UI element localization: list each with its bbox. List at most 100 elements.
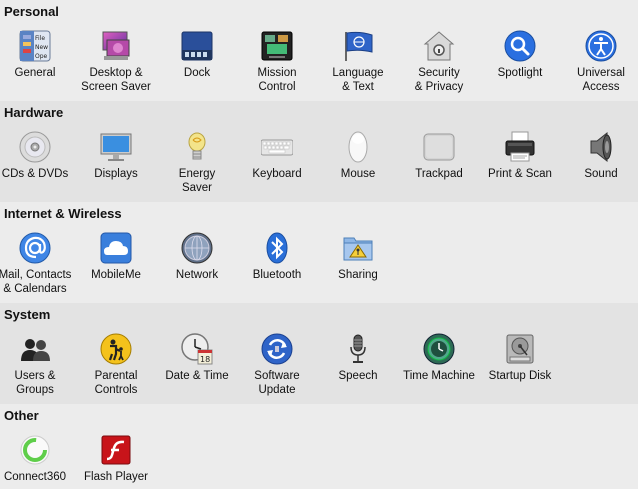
pref-general[interactable]: File New Ope General <box>0 30 77 80</box>
pref-label: Speech <box>338 370 378 382</box>
pref-label: Mail, Contacts & Calendars <box>0 269 72 295</box>
pref-label: Mouse <box>340 168 376 180</box>
pref-label: Time Machine <box>403 370 475 382</box>
pref-mail-contacts[interactable]: Mail, Contacts & Calendars <box>0 232 77 296</box>
pref-mouse[interactable]: Mouse <box>316 131 400 181</box>
security-privacy-icon <box>423 30 455 62</box>
section-personal: Personal File New Ope General Desktop & … <box>0 0 638 102</box>
pref-startup-disk[interactable]: Startup Disk <box>478 333 562 383</box>
language-text-icon <box>342 30 374 62</box>
pref-language-text[interactable]: Language & Text <box>316 30 400 94</box>
pref-energy-saver[interactable]: Energy Saver <box>155 131 239 195</box>
pref-trackpad[interactable]: Trackpad <box>397 131 481 181</box>
section-title: Personal <box>4 4 59 19</box>
pref-displays[interactable]: Displays <box>74 131 158 181</box>
pref-label: Spotlight <box>497 67 543 79</box>
time-machine-icon <box>423 333 455 365</box>
pref-label: MobileMe <box>91 269 141 281</box>
pref-time-machine[interactable]: Time Machine <box>397 333 481 383</box>
mobileme-icon <box>100 232 132 264</box>
desktop-screensaver-icon <box>100 30 132 62</box>
pref-label: Connect360 <box>3 471 67 483</box>
pref-label: Parental Controls <box>94 370 138 396</box>
section-other: Other Connect360 Flash Player <box>0 404 638 489</box>
pref-label: Dock <box>183 67 211 79</box>
general-icon-open-text: Ope <box>35 53 48 60</box>
pref-connect360[interactable]: Connect360 <box>0 434 77 484</box>
print-scan-icon <box>504 131 536 163</box>
keyboard-icon <box>261 131 293 163</box>
pref-parental-controls[interactable]: Parental Controls <box>74 333 158 397</box>
section-system: System Users & Groups Parental Controls <box>0 303 638 405</box>
pref-label: Network <box>175 269 219 281</box>
pref-label: Universal Access <box>577 67 625 93</box>
pref-label: Security & Privacy <box>414 67 464 93</box>
pref-dock[interactable]: Dock <box>155 30 239 80</box>
pref-speech[interactable]: Speech <box>316 333 400 383</box>
date-time-icon-day: 18 <box>200 355 210 364</box>
energy-saver-icon <box>181 131 213 163</box>
pref-label: Print & Scan <box>488 168 552 180</box>
pref-mission-control[interactable]: Mission Control <box>235 30 319 94</box>
mail-contacts-icon <box>19 232 51 264</box>
pref-label: Sharing <box>338 269 378 281</box>
sharing-icon <box>342 232 374 264</box>
general-icon: File New Ope <box>19 30 51 62</box>
pref-label: Desktop & Screen Saver <box>81 67 151 93</box>
universal-access-icon <box>585 30 617 62</box>
bluetooth-icon <box>261 232 293 264</box>
pref-print-scan[interactable]: Print & Scan <box>478 131 562 181</box>
pref-network[interactable]: Network <box>155 232 239 282</box>
pref-desktop-screensaver[interactable]: Desktop & Screen Saver <box>74 30 158 94</box>
flash-player-icon <box>100 434 132 466</box>
pref-security-privacy[interactable]: Security & Privacy <box>397 30 481 94</box>
pref-label: Language & Text <box>332 67 384 93</box>
pref-keyboard[interactable]: Keyboard <box>235 131 319 181</box>
pref-bluetooth[interactable]: Bluetooth <box>235 232 319 282</box>
spotlight-icon <box>504 30 536 62</box>
pref-label: General <box>14 67 56 79</box>
pref-label: Sound <box>584 168 618 180</box>
pref-mobileme[interactable]: MobileMe <box>74 232 158 282</box>
mouse-icon <box>342 131 374 163</box>
software-update-icon <box>261 333 293 365</box>
pref-users-groups[interactable]: Users & Groups <box>0 333 77 397</box>
pref-label: Displays <box>94 168 138 180</box>
pref-sharing[interactable]: Sharing <box>316 232 400 282</box>
cds-dvds-icon <box>19 131 51 163</box>
pref-universal-access[interactable]: Universal Access <box>559 30 638 94</box>
section-hardware: Hardware CDs & DVDs Displays Energy Save… <box>0 101 638 203</box>
parental-controls-icon <box>100 333 132 365</box>
users-groups-icon <box>19 333 51 365</box>
section-title: System <box>4 307 51 322</box>
pref-label: Flash Player <box>84 471 148 483</box>
pref-label: Energy Saver <box>178 168 216 194</box>
connect360-icon <box>19 434 51 466</box>
pref-label: Users & Groups <box>14 370 56 396</box>
general-icon-file-text: File <box>35 35 45 42</box>
pref-label: Keyboard <box>252 168 302 180</box>
sound-icon <box>585 131 617 163</box>
pref-flash-player[interactable]: Flash Player <box>74 434 158 484</box>
pref-label: Startup Disk <box>488 370 552 382</box>
pref-date-time[interactable]: 18 Date & Time <box>155 333 239 383</box>
pref-label: Date & Time <box>165 370 229 382</box>
speech-icon <box>342 333 374 365</box>
section-internet-wireless: Internet & Wireless Mail, Contacts & Cal… <box>0 202 638 304</box>
pref-label: Trackpad <box>415 168 463 180</box>
startup-disk-icon <box>504 333 536 365</box>
dock-icon <box>181 30 213 62</box>
pref-spotlight[interactable]: Spotlight <box>478 30 562 80</box>
general-icon-new-text: New <box>35 44 48 51</box>
section-title: Internet & Wireless <box>4 206 122 221</box>
pref-cds-dvds[interactable]: CDs & DVDs <box>0 131 77 181</box>
displays-icon <box>100 131 132 163</box>
pref-sound[interactable]: Sound <box>559 131 638 181</box>
date-time-icon: 18 <box>181 333 213 365</box>
mission-control-icon <box>261 30 293 62</box>
pref-label: Mission Control <box>257 67 297 93</box>
trackpad-icon <box>423 131 455 163</box>
pref-label: CDs & DVDs <box>1 168 69 180</box>
pref-software-update[interactable]: Software Update <box>235 333 319 397</box>
network-icon <box>181 232 213 264</box>
